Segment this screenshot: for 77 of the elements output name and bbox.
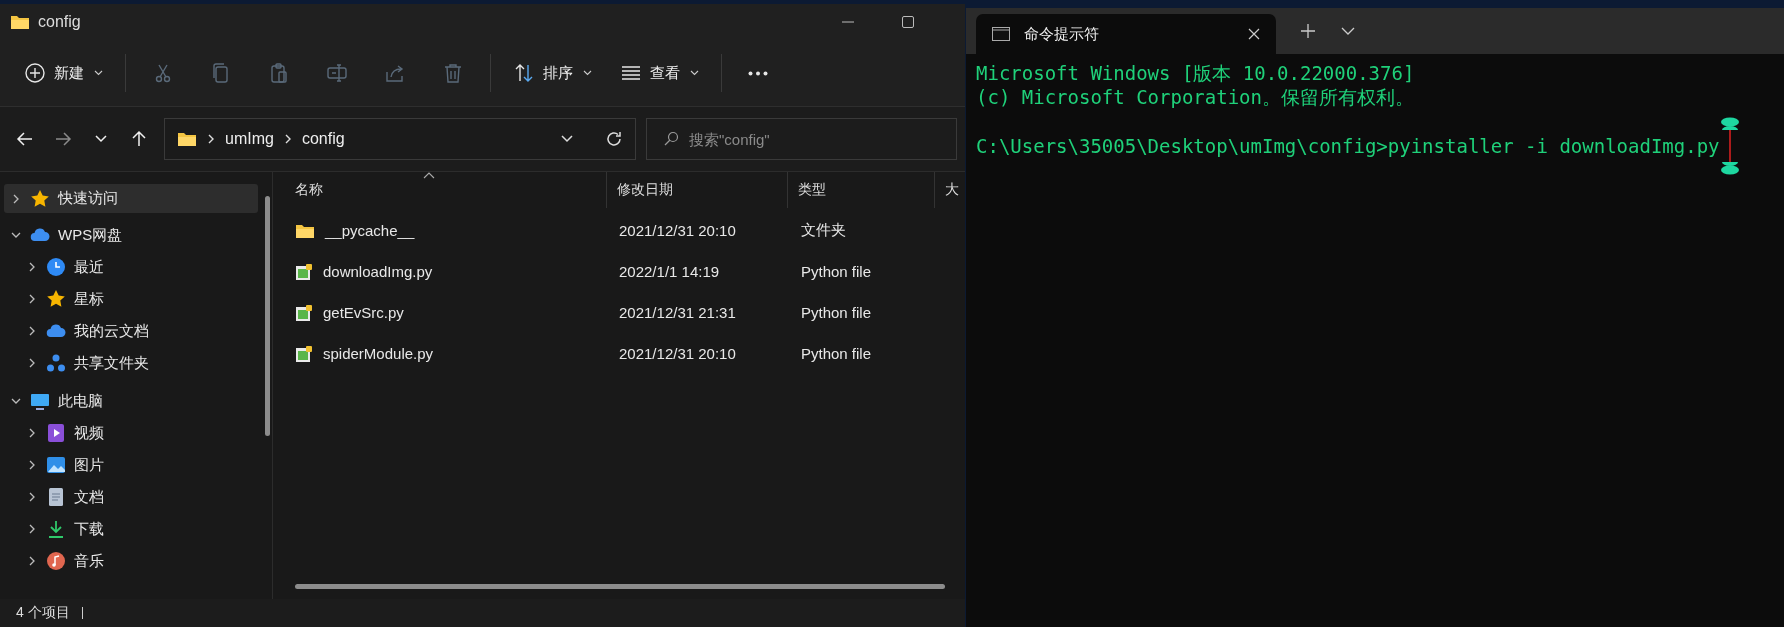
file-name[interactable]: spiderModule.py	[323, 345, 434, 362]
column-header[interactable]: 修改日期	[607, 172, 788, 208]
table-cell-text: 2021/12/31 20:10	[618, 222, 737, 239]
up-arrow-icon	[130, 130, 148, 148]
table-cell-text: 2022/1/1 14:19	[618, 263, 721, 280]
clock-icon	[46, 257, 66, 277]
folder-icon	[10, 14, 30, 30]
folder-icon	[177, 131, 197, 147]
file-icon	[295, 262, 313, 281]
music-icon	[46, 551, 66, 571]
download-icon	[46, 519, 66, 539]
star-icon	[46, 289, 66, 309]
terminal-line: C:\Users\35005\Desktop\umImg\config>pyinstaller -i downloadImg.py	[976, 135, 1720, 157]
scrollbar[interactable]	[295, 584, 945, 589]
sidebar-item[interactable]: 星标	[4, 283, 258, 315]
sidebar-item[interactable]: 共享文件夹	[4, 347, 258, 379]
search-field[interactable]: 搜索"config"	[646, 118, 957, 160]
file-icon	[295, 303, 313, 322]
rename-icon	[326, 62, 348, 84]
column-header[interactable]: 名称	[285, 172, 608, 208]
sidebar-item[interactable]: 音乐	[4, 545, 258, 577]
sidebar-item[interactable]: 快速访问	[4, 184, 258, 213]
left-arrow-icon	[16, 130, 34, 148]
sidebar-item[interactable]: 图片	[4, 449, 258, 481]
table-cell-text: 文件夹	[800, 221, 847, 240]
file-icon	[295, 344, 313, 363]
maximize-icon[interactable]	[901, 15, 915, 29]
document-icon	[46, 487, 66, 507]
sidebar-item[interactable]: 我的云文档	[4, 315, 258, 347]
sort-button[interactable]: 排序	[503, 56, 602, 90]
breadcrumb[interactable]: umImg	[225, 130, 274, 148]
sidebar-item[interactable]: 视频	[4, 417, 258, 449]
file-name[interactable]: __pycache__	[325, 222, 415, 239]
breadcrumb[interactable]: config	[301, 130, 345, 148]
sidebar-item[interactable]: WPS网盘	[4, 219, 258, 251]
address-field[interactable]: umImg config	[164, 118, 636, 160]
right-arrow-icon	[54, 130, 72, 148]
sidebar-item[interactable]: 此电脑	[4, 385, 258, 417]
plus-icon	[24, 62, 46, 84]
more-icon	[748, 70, 768, 76]
terminal-tab[interactable]: 命令提示符	[976, 14, 1276, 54]
terminal-line: Microsoft Windows [版本 10.0.22000.376]	[976, 61, 1415, 86]
plus-icon[interactable]	[1300, 23, 1316, 39]
text-cursor-icon	[1719, 117, 1740, 175]
video-icon	[46, 423, 66, 443]
item-count: 4 个项目	[16, 604, 70, 622]
sidebar-item[interactable]: 文档	[4, 481, 258, 513]
new-button[interactable]: 新建	[14, 56, 113, 90]
table-cell-text: 2021/12/31 21:31	[618, 304, 737, 321]
pc-icon	[30, 391, 50, 411]
console-icon	[992, 27, 1010, 41]
view-button[interactable]: 查看	[610, 56, 709, 90]
table-cell-text: Python file	[800, 263, 873, 280]
close-icon[interactable]	[1248, 28, 1260, 40]
refresh-icon[interactable]	[605, 130, 623, 148]
search-icon	[663, 131, 679, 147]
table-cell-text: Python file	[800, 304, 873, 321]
clipboard-icon	[268, 62, 290, 84]
file-name[interactable]: getEvSrc.py	[323, 304, 404, 321]
column-header[interactable]: 大	[935, 172, 965, 208]
sidebar-item[interactable]: 最近	[4, 251, 258, 283]
table-cell-text: Python file	[800, 345, 873, 362]
sort-icon	[513, 62, 535, 84]
search-input[interactable]: 搜索"config"	[687, 129, 946, 149]
folder-icon	[295, 222, 315, 239]
chevron-icon	[207, 134, 215, 144]
sidebar-item[interactable]: 下载	[4, 513, 258, 545]
column-header[interactable]: 类型	[788, 172, 936, 208]
star-icon	[30, 188, 50, 209]
chevron-icon	[283, 134, 292, 144]
file-name[interactable]: downloadImg.py	[323, 263, 433, 280]
nodes-icon	[46, 353, 66, 373]
picture-icon	[46, 455, 66, 475]
table-cell-text: 2021/12/31 20:10	[618, 345, 737, 362]
terminal-line: (c) Microsoft Corporation。保留所有权利。	[976, 85, 1414, 110]
window-title: config	[38, 13, 81, 31]
trash-icon	[442, 62, 464, 84]
